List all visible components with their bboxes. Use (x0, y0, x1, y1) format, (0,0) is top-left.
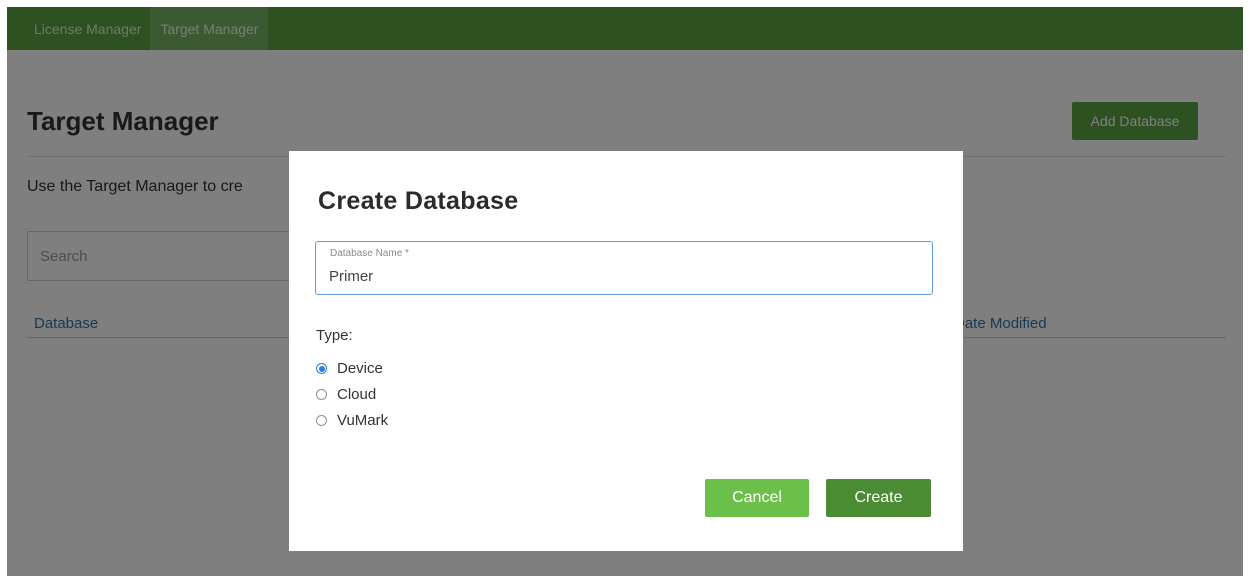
page: License Manager Target Manager Target Ma… (7, 7, 1243, 576)
type-option-device[interactable]: Device (316, 360, 383, 377)
type-label: Type: (316, 327, 353, 344)
type-option-label: Cloud (337, 386, 377, 403)
type-option-label: VuMark (337, 412, 389, 429)
database-name-input[interactable] (329, 264, 909, 288)
database-name-field[interactable]: Database Name * (315, 241, 933, 295)
database-name-label: Database Name * (330, 248, 409, 259)
create-database-dialog: Create Database Database Name * Type: De… (289, 151, 963, 551)
radio-checked-icon[interactable] (316, 363, 327, 374)
type-option-label: Device (337, 360, 383, 377)
radio-unchecked-icon[interactable] (316, 389, 327, 400)
dialog-title: Create Database (318, 187, 519, 215)
create-button[interactable]: Create (826, 479, 931, 517)
cancel-button[interactable]: Cancel (705, 479, 809, 517)
type-option-vumark[interactable]: VuMark (316, 412, 388, 429)
radio-unchecked-icon[interactable] (316, 415, 327, 426)
type-option-cloud[interactable]: Cloud (316, 386, 376, 403)
